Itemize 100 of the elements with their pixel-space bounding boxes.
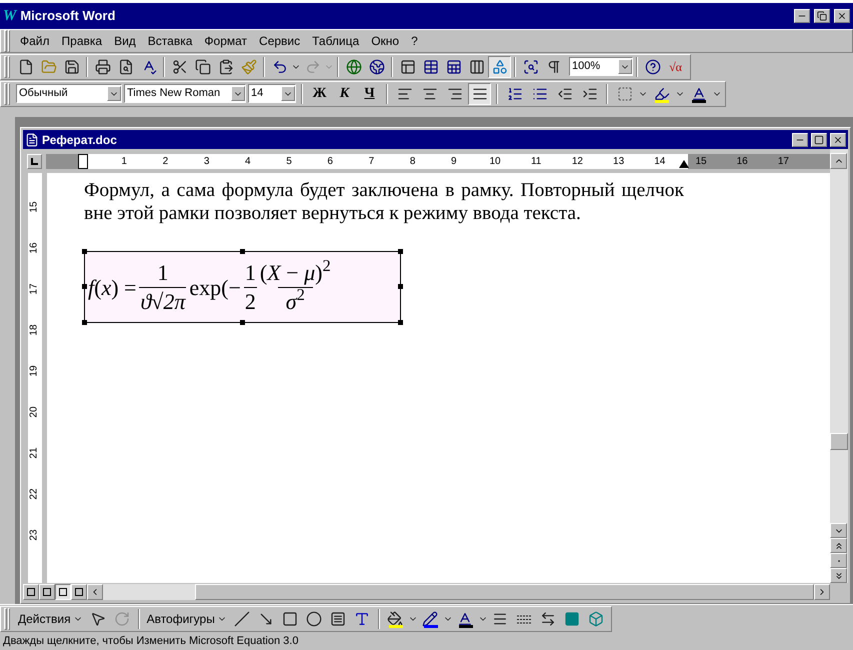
letter-a-icon <box>690 86 706 102</box>
paintbrush-icon <box>240 58 256 74</box>
justify-button[interactable] <box>468 82 491 104</box>
drawing-button[interactable] <box>488 56 511 78</box>
ruler-number: 21 <box>28 447 41 459</box>
scroll-left-button[interactable] <box>87 584 103 600</box>
ruler-number: 16 <box>28 242 41 254</box>
font-combo[interactable]: Times New Roman <box>124 84 246 103</box>
lines-icon <box>446 86 462 102</box>
style-combo[interactable]: Обычный <box>16 84 122 103</box>
color-bar-icon <box>692 100 706 102</box>
columns-icon <box>468 58 484 74</box>
ruler-number: 20 <box>28 406 41 418</box>
double-arrow-icon <box>540 611 556 627</box>
lines-icon <box>396 86 412 102</box>
lines-icon <box>492 611 508 627</box>
actions-menu-button[interactable]: Действия <box>15 610 86 628</box>
sheet-icon <box>446 58 462 74</box>
window-title: Microsoft Word <box>20 7 116 26</box>
undo-icon <box>272 58 288 74</box>
oval-icon <box>306 611 322 627</box>
magnifier-page-icon <box>118 58 134 74</box>
denominator: σ$^{2}$ <box>278 286 313 316</box>
italic-button[interactable]: К <box>333 82 356 104</box>
ruler-number: 22 <box>28 488 41 500</box>
resize-handle[interactable] <box>398 284 403 289</box>
menu-item[interactable]: Сервис <box>253 32 306 50</box>
ruler-number: 17 <box>28 283 41 295</box>
zoom-combo[interactable]: 100% <box>569 57 633 76</box>
numbered-list-icon <box>506 86 522 102</box>
color-bar-icon <box>458 625 473 628</box>
numerator: 1 <box>157 258 168 286</box>
scissors-icon <box>172 58 188 74</box>
rotate-icon <box>114 611 130 627</box>
resize-handle[interactable] <box>82 284 87 289</box>
close-button[interactable] <box>830 132 846 146</box>
restore-button[interactable] <box>814 9 830 23</box>
color-bar-icon <box>388 625 403 628</box>
scroll-down-button[interactable] <box>830 523 847 538</box>
font-size-combo[interactable]: 14 <box>248 84 296 103</box>
next-page-button[interactable] <box>830 568 847 583</box>
pencil-icon <box>422 611 438 627</box>
magnifier-icon <box>522 58 538 74</box>
bullet-list-icon <box>532 86 548 102</box>
close-button[interactable] <box>834 9 850 23</box>
status-text: Дважды щелкните, чтобы Изменить Microsoft Equation 3.0 <box>3 634 298 650</box>
combo-value: Обычный <box>18 86 69 102</box>
ruler-number: 4 <box>245 154 251 168</box>
ruler-number: 11 <box>531 154 542 168</box>
right-indent-marker-icon[interactable] <box>679 160 689 168</box>
ruler-number: 3 <box>204 154 210 168</box>
pointer-icon <box>90 611 106 627</box>
lines-icon <box>422 86 438 102</box>
menu-item[interactable]: Вставка <box>142 32 198 50</box>
minimize-button[interactable] <box>792 132 808 146</box>
bold-button[interactable]: Ж <box>308 82 331 104</box>
resize-handle[interactable] <box>240 249 245 254</box>
color-bar-icon <box>655 100 669 102</box>
maximize-icon <box>814 134 824 144</box>
menu-item[interactable]: Вид <box>108 32 142 50</box>
indent-marker-icon[interactable] <box>78 154 88 168</box>
ruler-number: 10 <box>489 154 501 168</box>
color-bar-icon <box>424 625 438 628</box>
browse-object-button[interactable] <box>830 553 847 568</box>
document-icon <box>25 132 39 146</box>
indent-increase-icon <box>582 86 598 102</box>
resize-handle[interactable] <box>240 320 245 325</box>
body-paragraph: Формул, а сама формула будет заключена в рамку. Повторный щелчок вне этой рамки позволяет вернуться к режиму ввода текста. <box>84 179 684 225</box>
underline-button[interactable]: Ч <box>358 82 381 104</box>
previous-page-button[interactable] <box>830 538 847 553</box>
text-box-icon <box>330 611 346 627</box>
copy-icon <box>194 58 210 74</box>
tab-stop-button[interactable] <box>27 154 42 168</box>
maximize-button[interactable] <box>811 132 827 146</box>
menu-item[interactable]: Формат <box>198 32 254 50</box>
scrollbar-thumb[interactable] <box>830 433 848 450</box>
scroll-up-button[interactable] <box>830 153 847 169</box>
equation-button[interactable]: √α <box>664 56 687 78</box>
document-title: Реферат.doc <box>42 132 117 148</box>
ruler-number: 17 <box>778 154 789 168</box>
menu-item[interactable]: Окно <box>365 32 406 50</box>
menu-item[interactable]: Таблица <box>306 32 366 50</box>
resize-handle[interactable] <box>82 249 87 254</box>
menu-item[interactable]: Правка <box>56 32 108 50</box>
autoshapes-menu-button[interactable]: Автофигуры <box>144 610 230 628</box>
close-icon <box>837 11 847 21</box>
minimize-button[interactable] <box>794 9 810 23</box>
dashed-lines-icon <box>517 614 532 624</box>
resize-handle[interactable] <box>398 249 403 254</box>
scroll-right-button[interactable] <box>814 584 830 600</box>
resize-handle[interactable] <box>82 320 87 325</box>
double-arrow-up-icon <box>834 540 844 550</box>
view-button[interactable] <box>55 584 71 600</box>
ruler-number: 12 <box>572 154 583 168</box>
menu-item[interactable]: Файл <box>14 32 56 50</box>
printer-icon <box>94 58 110 74</box>
close-icon <box>833 134 843 144</box>
paint-bucket-icon <box>387 611 404 627</box>
resize-handle[interactable] <box>398 320 403 325</box>
menu-item[interactable]: ? <box>405 32 424 50</box>
